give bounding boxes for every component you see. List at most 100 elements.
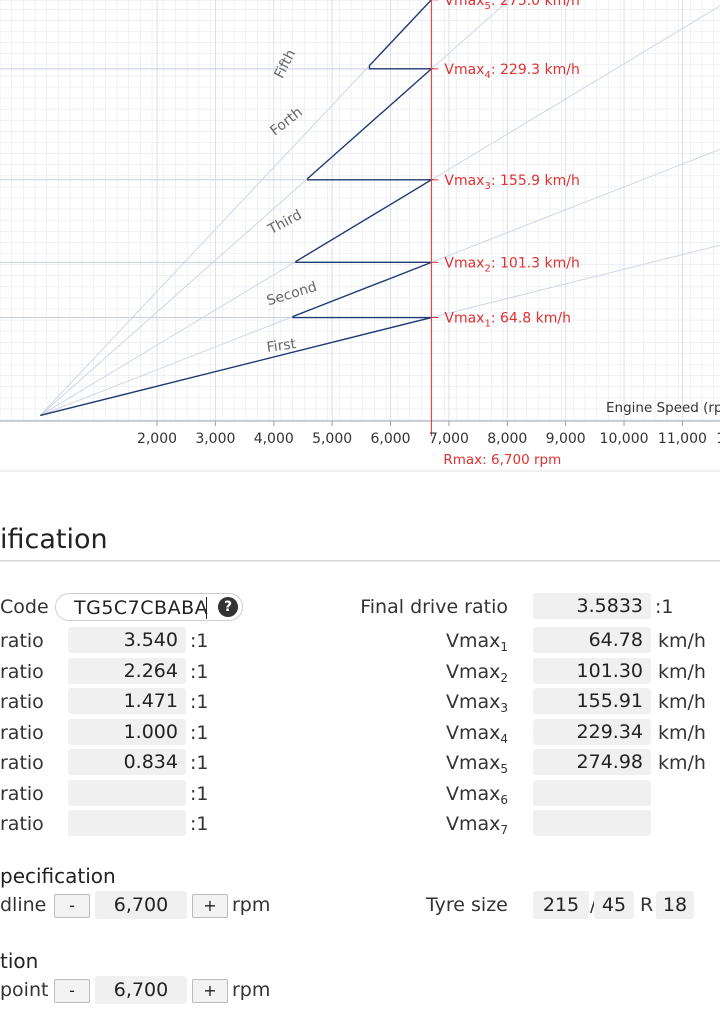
gear-ratio-unit: :1 [190, 783, 209, 805]
gear-ratio-unit: :1 [190, 813, 209, 835]
vmax-unit: km/h [658, 722, 706, 744]
vmax-prefix: Vmax [445, 813, 501, 835]
tyre-width-input[interactable]: 215 [533, 891, 589, 919]
shift-point-input[interactable]: 6,700 [95, 976, 187, 1004]
vmax-subscript: 6 [500, 793, 508, 807]
gear-ratio-input-2[interactable]: 2.264 [68, 658, 186, 684]
redline-input[interactable]: 6,700 [95, 891, 187, 919]
gear-ratio-input-1[interactable]: 3.540 [68, 627, 186, 653]
vmax-chart-prefix: Vmax [444, 173, 484, 189]
vmax-value-3: 155.91 [533, 688, 651, 714]
gear-ratio-label: ratio [0, 722, 44, 744]
shift-point-unit: rpm [232, 979, 271, 1001]
gear-ratio-label: ratio [0, 691, 44, 713]
vmax-prefix: Vmax [445, 661, 501, 683]
tyre-size-label: Tyre size [426, 894, 508, 916]
vmax-subscript: 3 [500, 701, 508, 715]
vmax-prefix: Vmax [445, 752, 501, 774]
chart-svg: Vmax1: 64.8 km/hVmax2: 101.3 km/hVmax3: … [0, 0, 720, 472]
vmax-unit: km/h [658, 752, 706, 774]
vmax-unit: km/h [658, 630, 706, 652]
vmax-prefix: Vmax [445, 630, 501, 652]
x-axis-label: Engine Speed (rp [606, 400, 720, 416]
vmax-chart-prefix: Vmax [444, 255, 484, 271]
vmax-value-7 [533, 810, 651, 836]
vmax-chart-prefix: Vmax [444, 0, 484, 9]
vmax-value-6 [533, 780, 651, 806]
gear-ratio-unit: :1 [190, 630, 209, 652]
vmax-value-5: 274.98 [533, 749, 651, 775]
vmax-label-5: Vmax5 [420, 752, 508, 776]
x-tick-label: 12,000 [716, 431, 720, 447]
vmax-prefix: Vmax [445, 691, 501, 713]
gear-ratio-input-4[interactable]: 1.000 [68, 719, 186, 745]
gear-label-first: First [266, 336, 298, 356]
vmax-value-4: 229.34 [533, 719, 651, 745]
shift-point-label: point [0, 979, 49, 1001]
x-tick-label: 9,000 [546, 431, 586, 447]
code-input[interactable]: TG5C7CBABA ? [55, 593, 243, 621]
vmax-value-2: 101.30 [533, 658, 651, 684]
code-label: Code [0, 596, 49, 618]
gear-ratio-label: ratio [0, 783, 44, 805]
vmax-label-7: Vmax7 [420, 813, 508, 837]
x-tick-label: 8,000 [487, 431, 527, 447]
gear-ratio-label: ratio [0, 752, 44, 774]
vmax-label-4: Vmax4 [420, 722, 508, 746]
vmax-unit: km/h [658, 691, 706, 713]
section-divider [0, 560, 720, 562]
vmax-chart-label-5: Vmax5: 275.0 km/h [444, 0, 580, 12]
shift-section-title: tion [0, 949, 39, 973]
vmax-chart-label-2: Vmax2: 101.3 km/h [444, 255, 580, 274]
vmax-chart-prefix: Vmax [444, 62, 484, 78]
vmax-unit: km/h [658, 661, 706, 683]
shift-point-increment-button[interactable]: + [192, 979, 228, 1003]
gear-ratio-label: ratio [0, 661, 44, 683]
final-drive-label: Final drive ratio [360, 596, 508, 618]
x-tick-label: 5,000 [312, 431, 352, 447]
gear-speed-chart: Vmax1: 64.8 km/h Vmax2: 101.3 km/h Vmax3: … [0, 0, 720, 472]
vmax-prefix: Vmax [445, 783, 501, 805]
gear-ratio-label: ratio [0, 630, 44, 652]
code-value[interactable]: TG5C7CBABA [74, 595, 208, 621]
shift-point-decrement-button[interactable]: - [54, 979, 90, 1003]
tyre-r-label: R [640, 894, 654, 916]
final-drive-unit: :1 [655, 596, 674, 618]
vmax-label-6: Vmax6 [420, 783, 508, 807]
vmax-subscript: 1 [500, 640, 508, 654]
gear-ratio-label: ratio [0, 813, 44, 835]
final-drive-input[interactable]: 3.5833 [533, 593, 651, 619]
vmax-chart-value: : 229.3 km/h [491, 62, 580, 78]
vmax-label-2: Vmax2 [420, 661, 508, 685]
text-caret [206, 597, 207, 619]
rmax-label: Rmax: 6,700 rpm [443, 452, 561, 468]
vmax-chart-value: : 101.3 km/h [491, 255, 580, 271]
tyre-rim-input[interactable]: 18 [656, 891, 694, 919]
gear-ratio-unit: :1 [190, 722, 209, 744]
vmax-chart-value: : 155.9 km/h [491, 173, 580, 189]
x-tick-label: 3,000 [195, 431, 235, 447]
vmax-prefix: Vmax [445, 722, 501, 744]
specification-title: ification [0, 524, 108, 555]
gear-label-second: Second [265, 279, 319, 309]
vmax-chart-label-4: Vmax4: 229.3 km/h [444, 62, 580, 81]
redline-unit: rpm [232, 894, 271, 916]
tyre-profile-input[interactable]: 45 [594, 891, 634, 919]
engine-spec-title: pecification [0, 864, 116, 888]
gear-ratio-input-6[interactable] [68, 780, 186, 806]
help-icon[interactable]: ? [218, 597, 238, 617]
vmax-label-1: Vmax1 [420, 630, 508, 654]
x-tick-label: 11,000 [658, 431, 707, 447]
vmax-chart-value: : 64.8 km/h [491, 311, 571, 327]
gear-ratio-input-5[interactable]: 0.834 [68, 749, 186, 775]
gear-ratio-input-7[interactable] [68, 810, 186, 836]
gear-ratio-input-3[interactable]: 1.471 [68, 688, 186, 714]
gear-ratio-unit: :1 [190, 661, 209, 683]
vmax-label-3: Vmax3 [420, 691, 508, 715]
vmax-chart-value: : 275.0 km/h [491, 0, 580, 9]
redline-increment-button[interactable]: + [192, 894, 228, 918]
redline-decrement-button[interactable]: - [54, 894, 90, 918]
gear-label-forth: Forth [267, 104, 305, 139]
vmax-subscript: 5 [500, 762, 508, 776]
x-tick-label: 10,000 [600, 431, 649, 447]
